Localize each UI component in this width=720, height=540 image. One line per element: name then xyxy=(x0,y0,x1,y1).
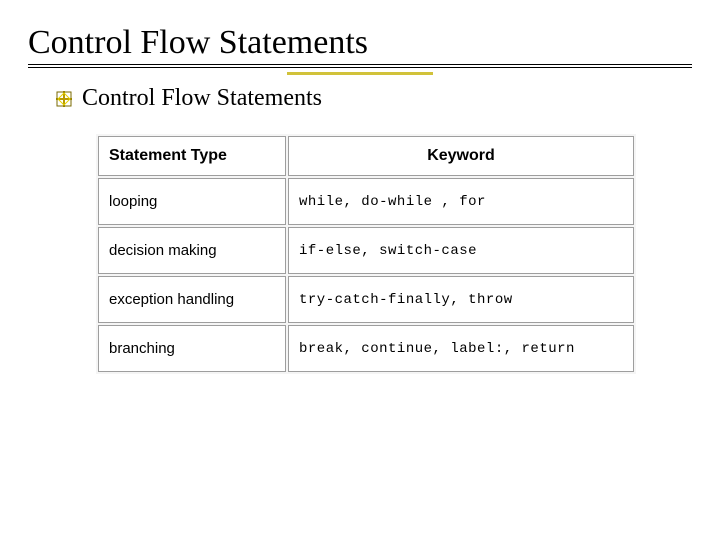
bullet-icon xyxy=(56,91,72,107)
cell-keyword: while, do-while , for xyxy=(288,178,634,225)
cell-keyword: if-else, switch-case xyxy=(288,227,634,274)
bullet-item: Control Flow Statements xyxy=(56,85,692,112)
table-row: looping while, do-while , for xyxy=(98,178,634,225)
table-header-row: Statement Type Keyword xyxy=(98,136,634,176)
bullet-text: Control Flow Statements xyxy=(82,85,322,112)
table-row: decision making if-else, switch-case xyxy=(98,227,634,274)
statements-table: Statement Type Keyword looping while, do… xyxy=(96,134,636,374)
header-keyword: Keyword xyxy=(288,136,634,176)
cell-type: looping xyxy=(98,178,286,225)
cell-type: branching xyxy=(98,325,286,372)
accent-line xyxy=(287,72,433,75)
page-title: Control Flow Statements xyxy=(28,24,692,62)
statements-table-wrap: Statement Type Keyword looping while, do… xyxy=(96,134,636,374)
cell-keyword: break, continue, label:, return xyxy=(288,325,634,372)
cell-type: decision making xyxy=(98,227,286,274)
table-row: branching break, continue, label:, retur… xyxy=(98,325,634,372)
header-statement-type: Statement Type xyxy=(98,136,286,176)
title-underline xyxy=(28,64,692,68)
table-row: exception handling try-catch-finally, th… xyxy=(98,276,634,323)
cell-keyword: try-catch-finally, throw xyxy=(288,276,634,323)
slide: Control Flow Statements Control Flow Sta… xyxy=(0,0,720,398)
cell-type: exception handling xyxy=(98,276,286,323)
